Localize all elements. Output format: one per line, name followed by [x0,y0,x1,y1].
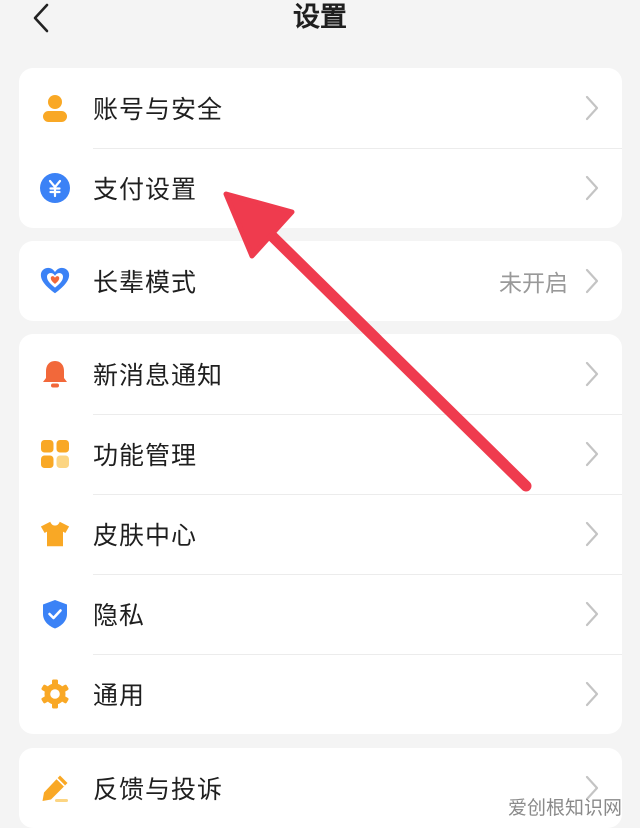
row-label: 通用 [93,681,146,710]
chevron-right-icon [585,95,599,121]
settings-row-account-security[interactable]: 账号与安全 [19,68,622,148]
settings-row-feature-management[interactable]: 功能管理 [19,414,622,494]
chevron-right-icon [585,601,599,627]
bell-icon [39,358,71,390]
settings-row-elder-mode[interactable]: 长辈模式 未开启 [19,241,622,321]
row-label: 皮肤中心 [93,521,198,550]
shield-icon [39,598,71,630]
chevron-right-icon [585,361,599,387]
chevron-right-icon [585,268,599,294]
chevron-right-icon [585,681,599,707]
chevron-right-icon [585,175,599,201]
settings-group-account: 账号与安全 支付设置 [19,68,622,228]
chevron-right-icon [585,441,599,467]
grid-icon [39,438,71,470]
gear-icon [39,678,71,710]
row-label: 反馈与投诉 [93,775,224,804]
chevron-right-icon [585,521,599,547]
row-label: 长辈模式 [93,268,198,297]
heart-icon [39,265,71,297]
tshirt-icon [39,518,71,550]
elder-mode-status: 未开启 [499,271,568,297]
row-label: 支付设置 [93,175,198,204]
row-label: 功能管理 [93,441,198,470]
settings-row-payment[interactable]: 支付设置 [19,148,622,228]
navigation-bar: 设置 [0,0,640,40]
user-icon [39,92,71,124]
settings-group-elder: 长辈模式 未开启 [19,241,622,321]
settings-row-notifications[interactable]: 新消息通知 [19,334,622,414]
yuan-icon [39,172,71,204]
watermark: 爱创根知识网 [507,797,622,819]
settings-row-general[interactable]: 通用 [19,654,622,734]
page-title: 设置 [293,2,347,33]
settings-group-general: 新消息通知 功能管理 皮肤中心 隐私 通用 [19,334,622,734]
row-label: 隐私 [93,601,146,630]
row-label: 账号与安全 [93,95,224,124]
row-label: 新消息通知 [93,361,224,390]
settings-row-skin-center[interactable]: 皮肤中心 [19,494,622,574]
settings-row-privacy[interactable]: 隐私 [19,574,622,654]
pencil-icon [39,772,71,804]
